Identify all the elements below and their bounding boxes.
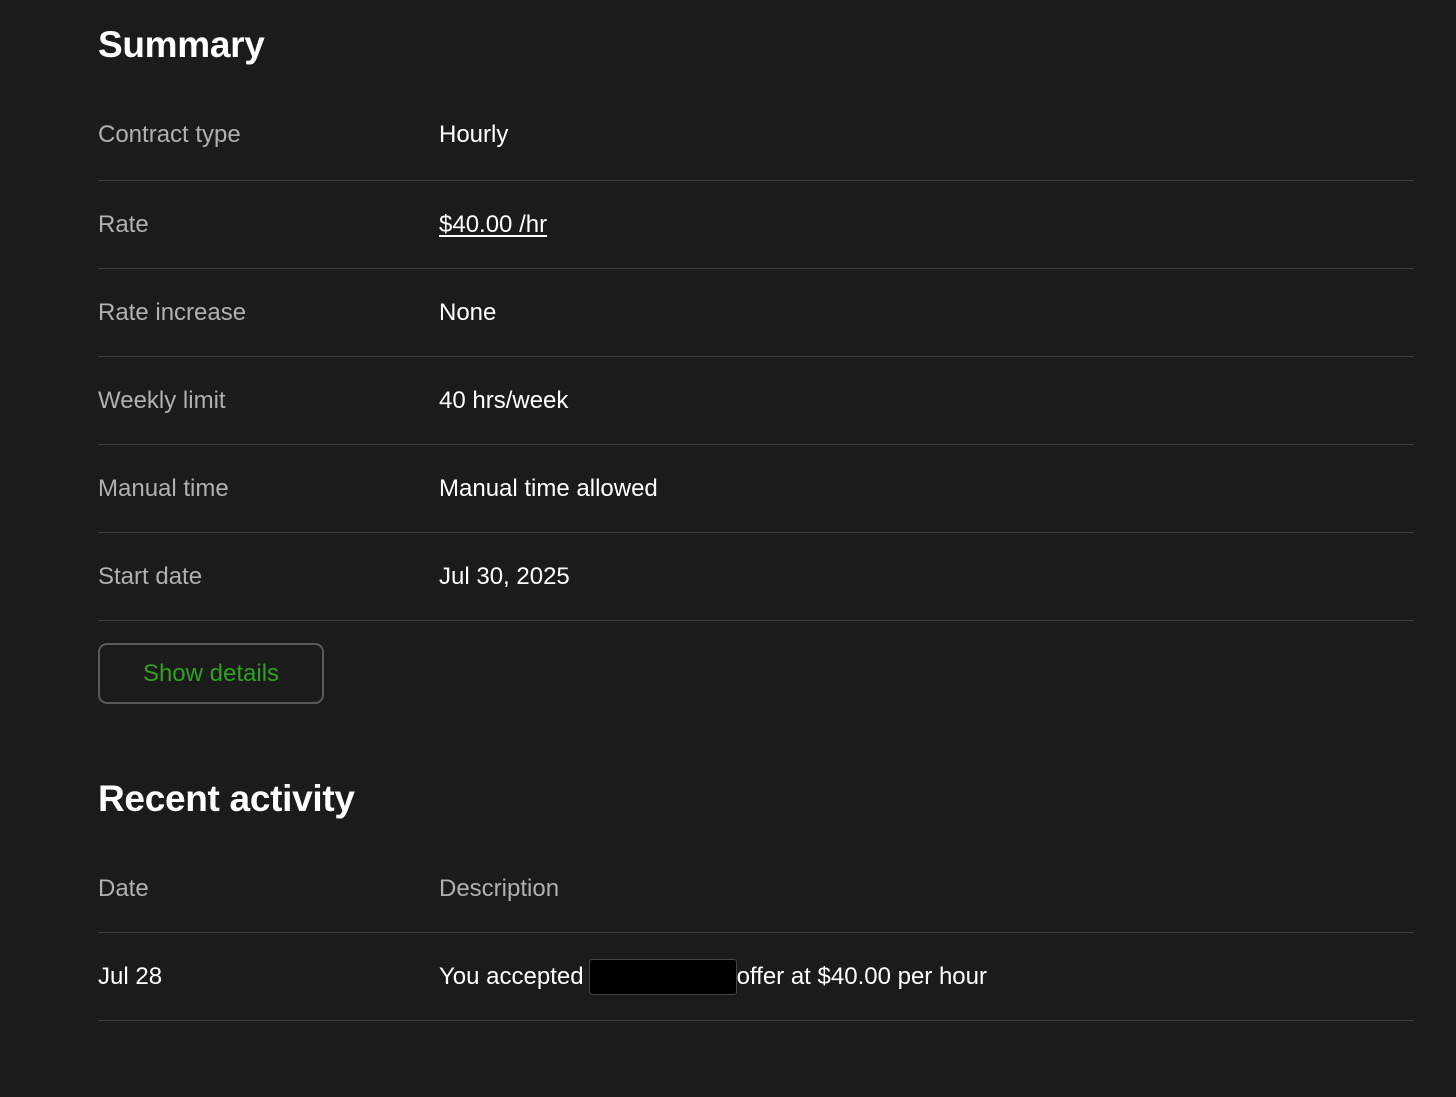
rate-label: Rate — [98, 210, 149, 238]
contract-page: Summary Contract type Hourly Rate $40.00… — [0, 0, 1456, 1097]
activity-date: Jul 28 — [98, 962, 163, 990]
rate-increase-label: Rate increase — [98, 298, 247, 326]
activity-row: Jul 28 You accepted offer at $40.00 per h… — [98, 933, 1414, 1021]
activity-description-prefix: You accepted — [439, 962, 584, 990]
weekly-limit-label: Weekly limit — [98, 386, 226, 414]
summary-row-start-date: Start date Jul 30, 2025 — [98, 533, 1414, 621]
summary-row-contract-type: Contract type Hourly — [98, 90, 1414, 181]
show-details-button[interactable]: Show details — [98, 643, 324, 704]
rate-increase-value: None — [439, 298, 497, 326]
summary-title: Summary — [98, 24, 265, 65]
activity-description: You accepted offer at $40.00 per hour — [439, 958, 987, 995]
activity-description-suffix: offer at $40.00 per hour — [736, 962, 987, 990]
summary-table: Contract type Hourly Rate $40.00 /hr Rat… — [98, 90, 1414, 621]
activity-table: Date Description Jul 28 You accepted offe… — [98, 845, 1414, 1021]
contract-type-value: Hourly — [439, 121, 509, 148]
summary-row-rate-increase: Rate increase None — [98, 269, 1414, 357]
rate-link[interactable]: $40.00 /hr — [439, 211, 547, 239]
activity-header-row: Date Description — [98, 845, 1414, 933]
date-column-header: Date — [98, 874, 149, 902]
summary-row-rate: Rate $40.00 /hr — [98, 181, 1414, 269]
manual-time-value: Manual time allowed — [439, 474, 658, 502]
summary-row-weekly-limit: Weekly limit 40 hrs/week — [98, 357, 1414, 445]
contract-type-label: Contract type — [98, 121, 241, 148]
redacted-block — [588, 958, 737, 995]
recent-activity-title: Recent activity — [98, 778, 355, 819]
summary-row-manual-time: Manual time Manual time allowed — [98, 445, 1414, 533]
description-column-header: Description — [439, 874, 560, 902]
weekly-limit-value: 40 hrs/week — [439, 386, 569, 414]
start-date-value: Jul 30, 2025 — [439, 562, 570, 590]
start-date-label: Start date — [98, 562, 203, 590]
manual-time-label: Manual time — [98, 474, 229, 502]
